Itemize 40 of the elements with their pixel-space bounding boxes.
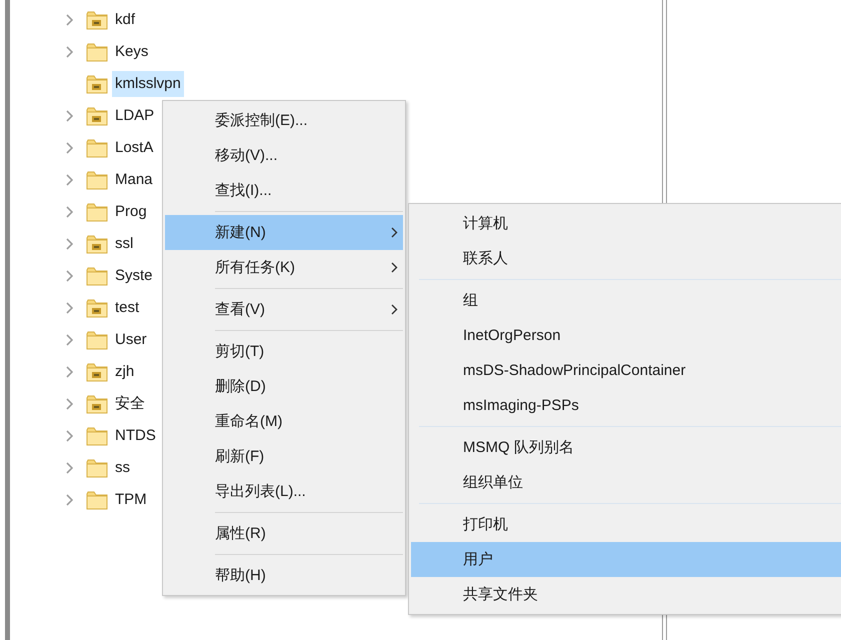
tree-item[interactable]: Keys [112, 39, 152, 65]
menu-item[interactable]: 共享文件夹 [411, 577, 841, 612]
menu-item[interactable]: 新建(N) [165, 215, 403, 250]
menu-item[interactable]: 委派控制(E)... [165, 103, 403, 138]
menu-item[interactable]: 导出列表(L)... [165, 474, 403, 509]
menu-item[interactable]: 重命名(M) [165, 404, 403, 439]
tree-item[interactable]: ssl [112, 231, 136, 257]
tree-item[interactable]: kmlsslvpn [112, 71, 184, 97]
menu-item[interactable]: 打印机 [411, 507, 841, 542]
tree-item[interactable]: NTDS [112, 423, 159, 449]
menu-item[interactable]: 查找(I)... [165, 173, 403, 208]
menu-item[interactable]: 属性(R) [165, 516, 403, 551]
tree-item[interactable]: kdf [112, 7, 138, 33]
menu-item[interactable]: msImaging-PSPs [411, 388, 841, 423]
menu-item[interactable]: 计算机 [411, 206, 841, 241]
tree-item[interactable]: 安全 [112, 391, 148, 417]
tree-item[interactable]: User [112, 327, 150, 353]
tree-item[interactable]: Prog [112, 199, 150, 225]
tree-item[interactable]: LostA [112, 135, 156, 161]
menu-item[interactable]: 删除(D) [165, 369, 403, 404]
menu-item[interactable]: 查看(V) [165, 292, 403, 327]
menu-item[interactable]: 刷新(F) [165, 439, 403, 474]
tree-item[interactable]: test [112, 295, 142, 321]
menu-item[interactable]: 联系人 [411, 241, 841, 276]
menu-item[interactable]: 组织单位 [411, 465, 841, 500]
tree-item[interactable]: TPM [112, 487, 150, 513]
menu-item[interactable]: InetOrgPerson [411, 318, 841, 353]
menu-item[interactable]: 剪切(T) [165, 334, 403, 369]
menu-item[interactable]: 所有任务(K) [165, 250, 403, 285]
tree-item[interactable]: LDAP [112, 103, 158, 129]
tree-item[interactable]: zjh [112, 359, 138, 385]
menu-item[interactable]: 帮助(H) [165, 558, 403, 593]
menu-item[interactable]: MSMQ 队列别名 [411, 430, 841, 465]
tree-item[interactable]: Syste [112, 263, 156, 289]
menu-item[interactable]: 用户 [411, 542, 841, 577]
tree-item[interactable]: Mana [112, 167, 156, 193]
menu-item[interactable]: 移动(V)... [165, 138, 403, 173]
menu-item[interactable]: msDS-ShadowPrincipalContainer [411, 353, 841, 388]
tree-item[interactable]: ss [112, 455, 133, 481]
menu-item[interactable]: 组 [411, 283, 841, 318]
